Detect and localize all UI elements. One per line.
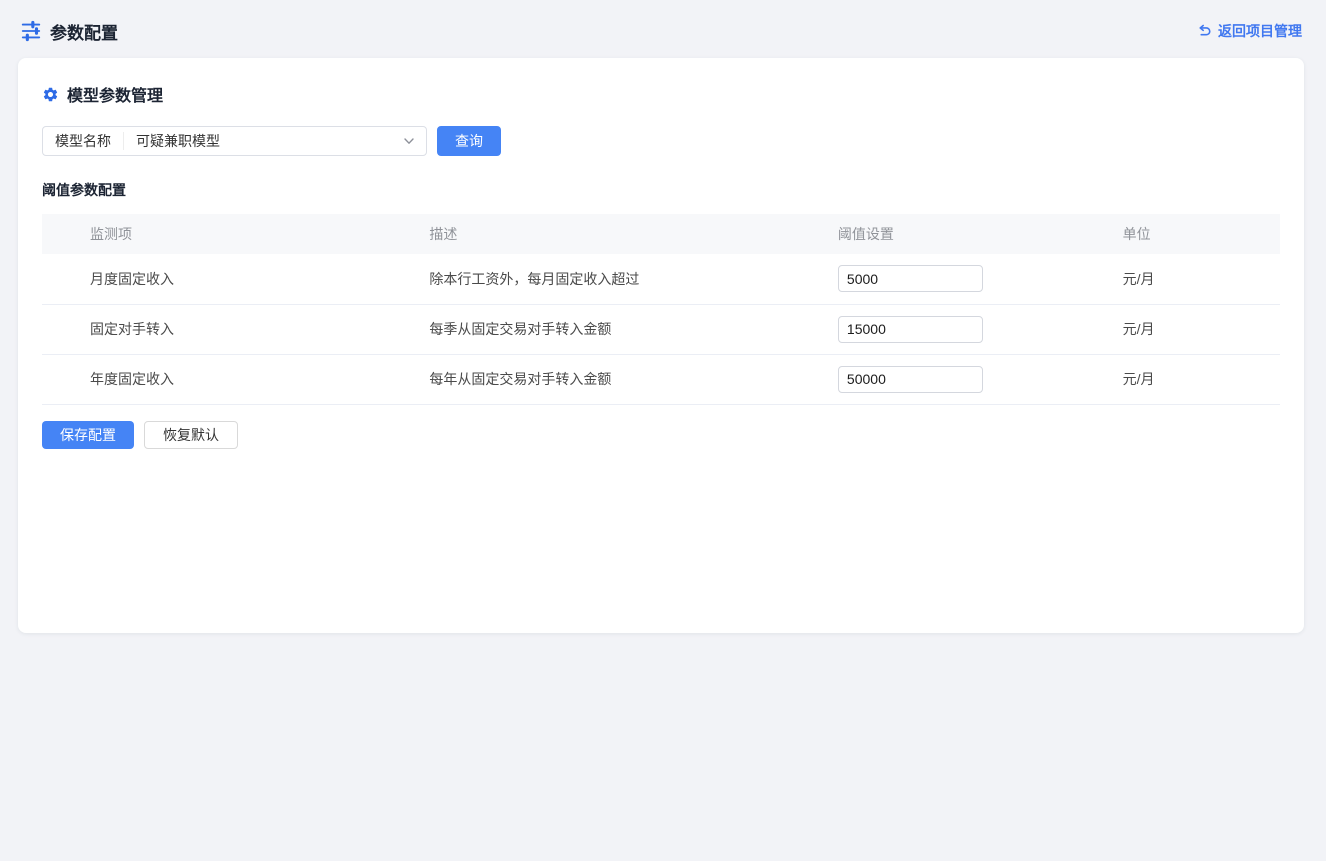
table-row: 月度固定收入 除本行工资外，每月固定收入超过 元/月 — [42, 254, 1280, 304]
back-link-label: 返回项目管理 — [1218, 21, 1302, 41]
row-unit-label: 元/月 — [1107, 304, 1280, 354]
row-desc-label: 每年从固定交易对手转入金额 — [413, 354, 822, 404]
row-unit-label: 元/月 — [1107, 354, 1280, 404]
page-title: 参数配置 — [50, 19, 118, 44]
model-parameter-card: 模型参数管理 模型名称 可疑兼职模型 查询 阈值参数配置 监测项 描述 阈值设置… — [18, 58, 1304, 633]
row-unit-label: 元/月 — [1107, 254, 1280, 304]
row-item-label: 年度固定收入 — [42, 354, 413, 404]
threshold-input[interactable] — [838, 316, 983, 343]
chevron-down-icon — [402, 134, 416, 148]
row-item-label: 固定对手转入 — [42, 304, 413, 354]
column-header-item: 监测项 — [42, 214, 413, 254]
row-desc-label: 除本行工资外，每月固定收入超过 — [413, 254, 822, 304]
panel-title: 模型参数管理 — [67, 82, 163, 106]
page-header: 参数配置 返回项目管理 — [0, 0, 1326, 56]
save-config-button[interactable]: 保存配置 — [42, 421, 134, 449]
row-item-label: 月度固定收入 — [42, 254, 413, 304]
back-to-projects-link[interactable]: 返回项目管理 — [1197, 21, 1302, 41]
threshold-table: 监测项 描述 阈值设置 单位 月度固定收入 除本行工资外，每月固定收入超过 元/… — [42, 214, 1280, 405]
table-header-row: 监测项 描述 阈值设置 单位 — [42, 214, 1280, 254]
undo-arrow-icon — [1197, 24, 1212, 39]
threshold-input[interactable] — [838, 265, 983, 292]
table-row: 年度固定收入 每年从固定交易对手转入金额 元/月 — [42, 354, 1280, 404]
row-desc-label: 每季从固定交易对手转入金额 — [413, 304, 822, 354]
table-row: 固定对手转入 每季从固定交易对手转入金额 元/月 — [42, 304, 1280, 354]
column-header-unit: 单位 — [1107, 214, 1280, 254]
gear-icon — [42, 86, 59, 103]
threshold-input[interactable] — [838, 366, 983, 393]
threshold-section-title: 阈值参数配置 — [42, 180, 1280, 200]
model-name-label: 模型名称 — [43, 132, 124, 150]
column-header-desc: 描述 — [413, 214, 822, 254]
model-name-select[interactable]: 模型名称 可疑兼职模型 — [42, 126, 427, 156]
column-header-threshold: 阈值设置 — [822, 214, 1107, 254]
query-button[interactable]: 查询 — [437, 126, 501, 156]
sliders-icon — [20, 20, 42, 42]
restore-default-button[interactable]: 恢复默认 — [144, 421, 238, 449]
model-name-value: 可疑兼职模型 — [124, 131, 402, 151]
